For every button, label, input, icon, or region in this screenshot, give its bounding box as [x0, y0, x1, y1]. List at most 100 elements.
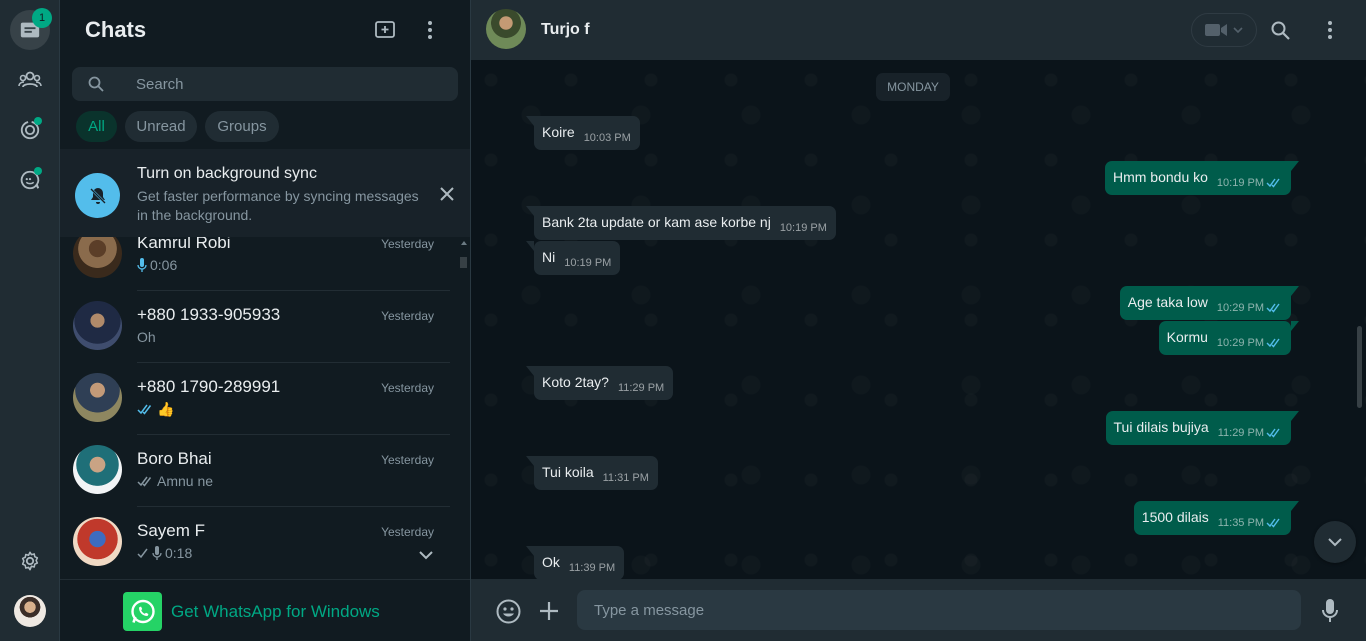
filter-unread[interactable]: Unread: [125, 111, 197, 142]
read-ticks-icon: [1266, 338, 1280, 348]
date-divider: MONDAY: [876, 73, 950, 101]
message-time: 10:19 PM: [779, 222, 827, 234]
scroll-to-bottom-button[interactable]: [1314, 521, 1356, 563]
message-text: Koire: [542, 124, 575, 140]
filter-groups[interactable]: Groups: [205, 111, 279, 142]
gear-icon: [21, 551, 39, 571]
profile-avatar[interactable]: [14, 595, 46, 627]
chat-row[interactable]: +880 1790-289991 Yesterday 👍: [60, 363, 460, 435]
chat-row[interactable]: Sayem F Yesterday 0:18: [60, 507, 460, 579]
message-input[interactable]: [577, 590, 1301, 630]
emoji-button[interactable]: [495, 598, 521, 624]
communities-icon: [18, 71, 42, 88]
search-icon: [1271, 21, 1290, 40]
nav-rail: 1: [0, 0, 60, 641]
sync-close-button[interactable]: [436, 183, 458, 205]
video-call-button[interactable]: [1191, 13, 1257, 47]
sync-subtitle: Get faster performance by syncing messag…: [137, 188, 419, 223]
chat-list: Kamrul Robi Yesterday 0:06 +880 1933-905…: [60, 237, 470, 579]
message-bubble-incoming[interactable]: Tui koila 11:31 PM: [526, 456, 658, 490]
message-time: 10:19 PM: [1216, 177, 1264, 189]
chevron-down-icon[interactable]: [419, 551, 433, 560]
contact-avatar: [73, 237, 122, 278]
composer-bar: [471, 579, 1366, 641]
message-bubble-incoming[interactable]: Ni 10:19 PM: [525, 241, 621, 275]
message-text: Hmm bondu ko: [1112, 169, 1208, 185]
search-input[interactable]: [136, 67, 436, 101]
chat-time: Yesterday: [381, 309, 434, 323]
message-time: 11:35 PM: [1217, 517, 1264, 529]
conversation-header[interactable]: Turjo f: [471, 0, 1366, 60]
search-bar: [72, 67, 458, 101]
search-icon: [88, 76, 104, 92]
message-area[interactable]: MONDAY Koire 10:03 PM Hmm bondu ko 10:19 P…: [471, 60, 1366, 579]
chat-preview-text: 0:06: [150, 257, 178, 273]
message-text: 1500 dilais: [1141, 509, 1209, 525]
chat-preview-text: 👍: [157, 401, 175, 417]
attach-button[interactable]: [536, 598, 562, 624]
message-bubble-outgoing[interactable]: Hmm bondu ko 10:19 PM: [1104, 161, 1300, 195]
sidebar-menu-button[interactable]: [418, 18, 442, 42]
chat-name: Boro Bhai: [137, 449, 212, 468]
message-time: 10:19 PM: [564, 257, 612, 269]
contact-avatar: [73, 373, 122, 422]
chat-name: +880 1933-905933: [137, 305, 281, 324]
filter-all[interactable]: All: [76, 111, 117, 142]
chat-row[interactable]: Kamrul Robi Yesterday 0:06: [60, 237, 460, 291]
message-text: Ok: [542, 554, 560, 570]
message-bubble-outgoing[interactable]: 1500 dilais 11:35 PM: [1133, 501, 1300, 535]
mic-icon: [137, 258, 147, 272]
conversation-menu-button[interactable]: [1318, 18, 1342, 42]
chat-row[interactable]: +880 1933-905933 Yesterday Oh: [60, 291, 460, 363]
chevron-down-icon: [1328, 537, 1342, 546]
contact-avatar: [73, 517, 122, 566]
chat-name: +880 1790-289991: [137, 377, 281, 396]
contact-avatar: [73, 301, 122, 350]
contact-name[interactable]: Turjo f: [541, 21, 590, 39]
message-text: Koto 2tay?: [542, 374, 609, 390]
contact-avatar[interactable]: [486, 9, 526, 49]
sidebar-title: Chats: [85, 17, 147, 42]
message-bubble-incoming[interactable]: Koto 2tay? 11:29 PM: [525, 366, 674, 400]
message-time: 11:39 PM: [568, 562, 616, 574]
message-text: Age taka low: [1127, 294, 1208, 310]
voice-message-button[interactable]: [1317, 598, 1343, 624]
settings-nav-button[interactable]: [10, 541, 50, 581]
status-dot: [34, 117, 42, 125]
chat-time: Yesterday: [381, 525, 434, 539]
message-bubble-outgoing[interactable]: Kormu 10:29 PM: [1158, 321, 1300, 355]
scroll-up-arrow[interactable]: [461, 241, 467, 245]
channels-nav-button[interactable]: [10, 160, 50, 200]
sync-title: Turn on background sync: [137, 165, 317, 182]
background-sync-banner[interactable]: Turn on background sync Get faster perfo…: [60, 149, 470, 237]
message-time: 11:31 PM: [602, 472, 649, 484]
status-nav-button[interactable]: [10, 110, 50, 150]
message-scrollbar[interactable]: [1357, 326, 1362, 408]
sidebar-scrollbar[interactable]: [460, 257, 467, 268]
new-chat-icon: [375, 21, 395, 38]
chats-nav-button[interactable]: 1: [10, 8, 52, 50]
message-time: 10:29 PM: [1216, 337, 1264, 349]
channels-dot: [34, 167, 42, 175]
message-time: 11:29 PM: [1217, 427, 1264, 439]
chevron-down-icon: [1233, 27, 1243, 33]
search-messages-button[interactable]: [1268, 18, 1292, 42]
message-bubble-outgoing[interactable]: Tui dilais bujiya 11:29 PM: [1105, 411, 1300, 445]
message-bubble-outgoing[interactable]: Age taka low 10:29 PM: [1119, 286, 1300, 320]
message-text: Kormu: [1166, 329, 1208, 345]
message-bubble-incoming[interactable]: Koire 10:03 PM: [526, 116, 640, 150]
unread-badge: 1: [32, 8, 52, 28]
message-bubble-incoming[interactable]: Bank 2ta update or kam ase korbe nj 10:19…: [526, 206, 836, 240]
chat-row[interactable]: Boro Bhai Yesterday Amnu ne: [60, 435, 460, 507]
chat-name: Kamrul Robi: [137, 237, 231, 252]
check-icon: [137, 548, 148, 558]
read-ticks-icon: [1266, 518, 1280, 528]
download-banner[interactable]: Get WhatsApp for Windows: [60, 579, 470, 641]
new-chat-button[interactable]: [374, 18, 398, 42]
double-check-blue-icon: [137, 404, 152, 415]
chat-preview-text: Oh: [137, 329, 156, 345]
read-ticks-icon: [1266, 303, 1280, 313]
communities-nav-button[interactable]: [10, 60, 50, 100]
message-bubble-incoming[interactable]: Ok 11:39 PM: [525, 546, 625, 579]
chat-time: Yesterday: [381, 453, 434, 467]
